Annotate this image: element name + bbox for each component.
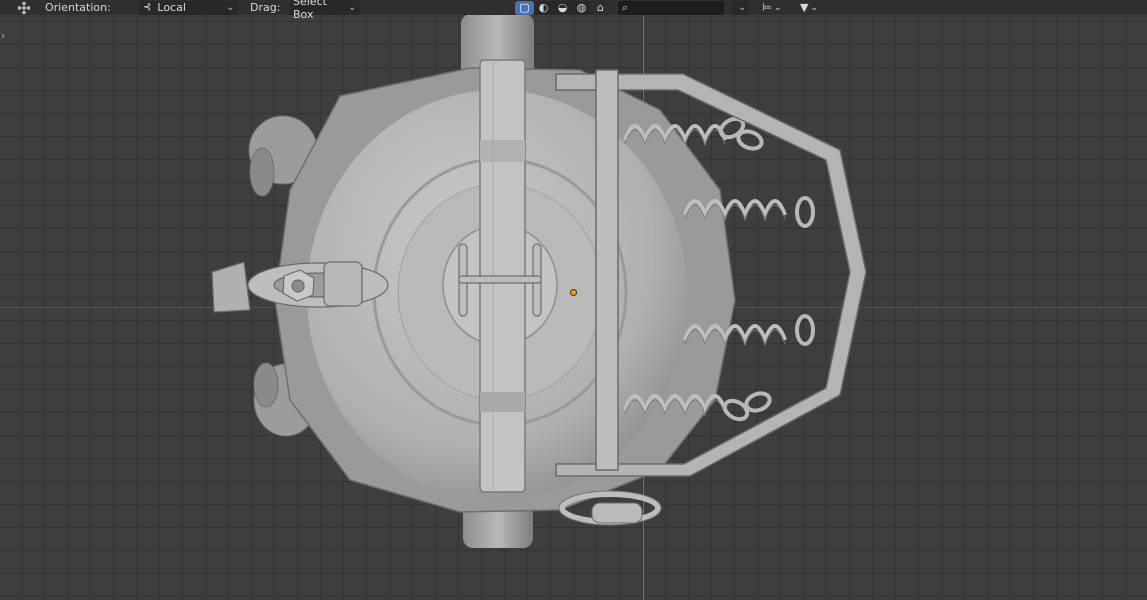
shading-mode-group: ▢ ◐ ◒ ◍: [515, 0, 591, 15]
move-gizmo-icon[interactable]: [14, 0, 34, 15]
mesh-model[interactable]: [0, 0, 1147, 600]
search-icon: ⌕: [622, 0, 629, 14]
rendered-shading-icon[interactable]: ◍: [572, 1, 591, 15]
hierarchy-icon: ⊨: [762, 1, 773, 14]
chevron-down-icon: ⌄: [774, 2, 782, 13]
search-field[interactable]: ⌕: [618, 0, 724, 15]
brush-icon[interactable]: ⌂: [592, 1, 609, 15]
chevron-down-icon: ⌄: [738, 2, 746, 13]
3d-viewport[interactable]: ›: [0, 0, 1147, 600]
viewport-header: Orientation: ⊰ Local ⌄ Drag: Select Box …: [0, 0, 1147, 21]
filter-button[interactable]: ▼ ⌄: [795, 1, 823, 15]
wireframe-shading-icon[interactable]: ▢: [515, 0, 534, 15]
local-orientation-icon: ⊰: [143, 2, 152, 13]
outliner-filter-button[interactable]: ⊨ ⌄: [758, 1, 786, 15]
drag-dropdown[interactable]: Select Box ⌄: [289, 0, 360, 21]
chevron-down-icon: ⌄: [348, 2, 356, 13]
sidebar-toggle-icon[interactable]: ›: [1, 31, 5, 42]
chevron-down-icon: ⌄: [226, 2, 234, 13]
funnel-icon: ▼: [799, 1, 809, 14]
orientation-dropdown[interactable]: ⊰ Local ⌄: [139, 0, 238, 15]
object-origin-dot: [570, 289, 577, 296]
chevron-down-icon: ⌄: [810, 2, 818, 13]
drag-label: Drag:: [250, 1, 281, 14]
orientation-value: Local: [157, 1, 186, 14]
solid-shading-icon[interactable]: ◐: [534, 1, 553, 15]
chain-links: [718, 116, 815, 422]
material-shading-icon[interactable]: ◒: [553, 1, 572, 15]
drag-value: Select Box: [293, 0, 327, 21]
overlay-dropdown[interactable]: ⌄: [732, 0, 749, 15]
orientation-label: Orientation:: [45, 1, 111, 14]
